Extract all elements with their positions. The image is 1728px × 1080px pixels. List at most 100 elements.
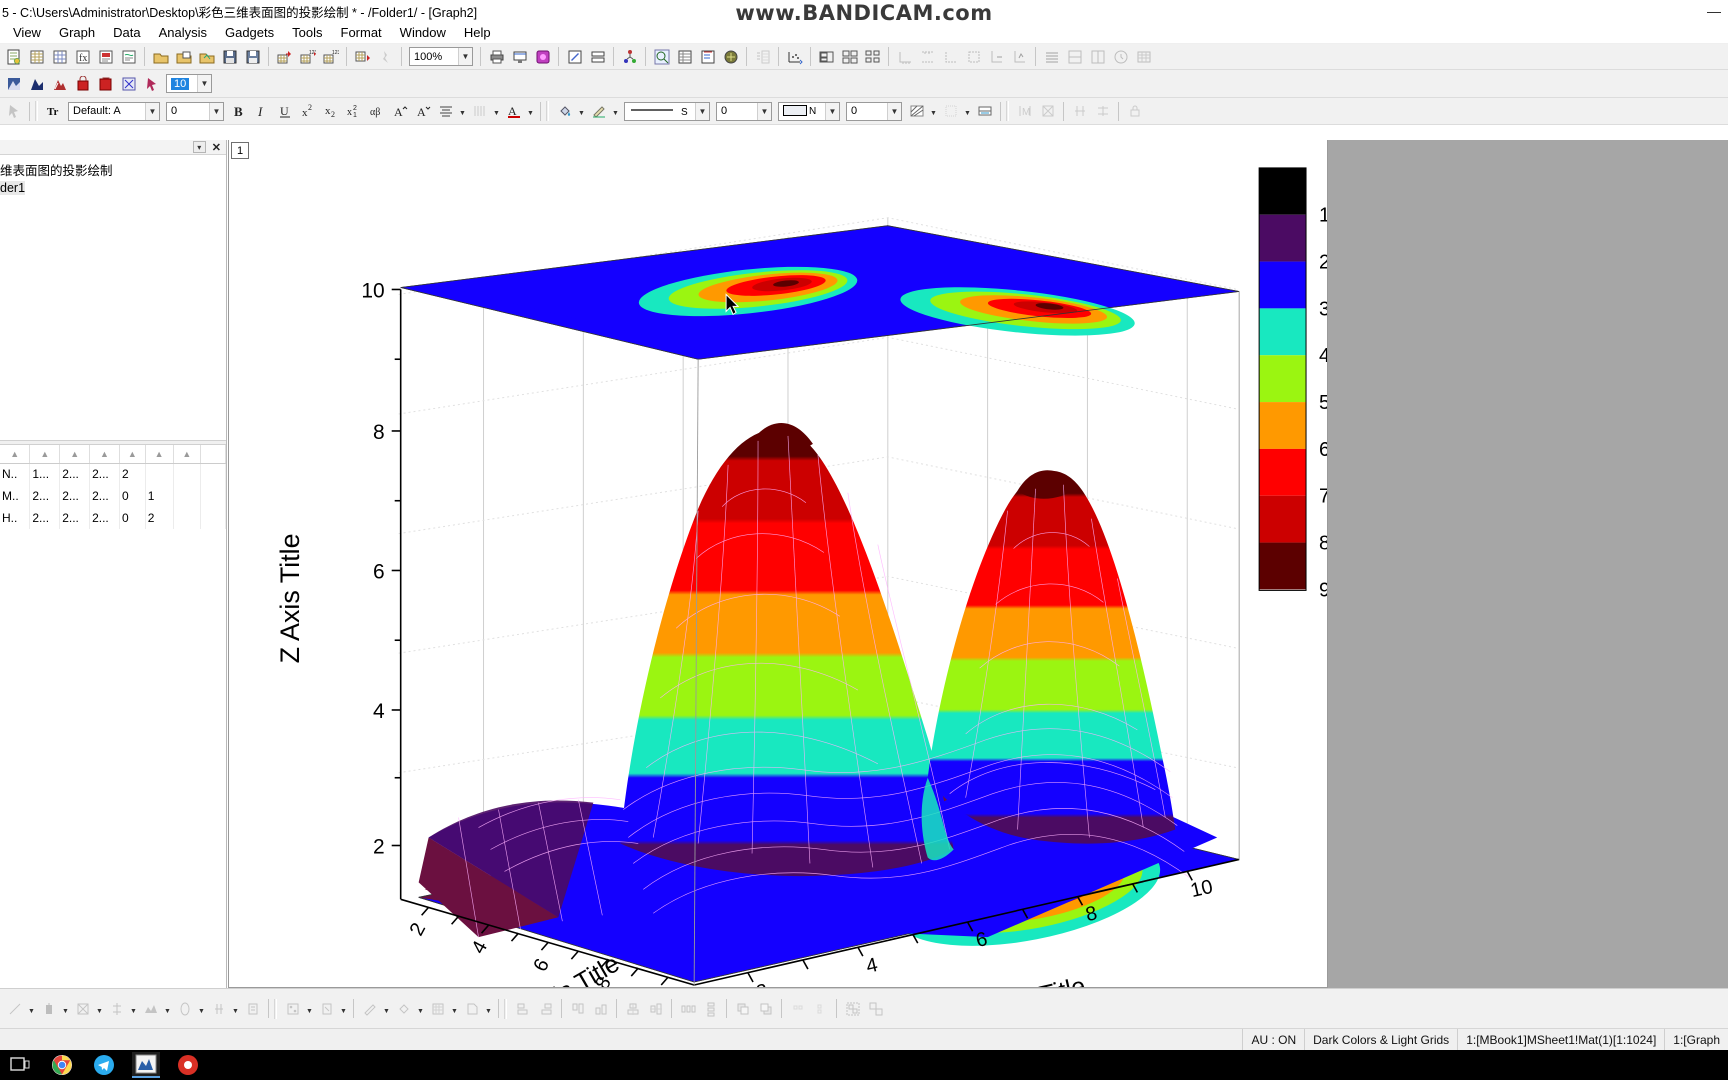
toolbar-gripper[interactable] bbox=[1005, 101, 1011, 121]
freehand-tool-dropdown-icon[interactable]: ▼ bbox=[162, 999, 173, 1019]
grid-major-icon[interactable] bbox=[1063, 46, 1086, 68]
line-tool-dropdown-icon[interactable]: ▼ bbox=[26, 999, 37, 1019]
line-width-combo[interactable]: 0 ▼ bbox=[716, 101, 772, 121]
align-top-icon[interactable] bbox=[566, 998, 589, 1020]
object-extract-icon[interactable] bbox=[460, 998, 483, 1020]
back-icon[interactable] bbox=[754, 998, 777, 1020]
pointer-icon[interactable] bbox=[140, 73, 163, 95]
open-project-icon[interactable] bbox=[149, 46, 172, 68]
col-sort-icon[interactable]: ▲ bbox=[145, 445, 174, 464]
table-icon[interactable] bbox=[1132, 46, 1155, 68]
z-axis[interactable] bbox=[391, 288, 402, 900]
y-axis-title[interactable]: Y Axis Title bbox=[963, 972, 1088, 987]
align-h-center-icon[interactable] bbox=[621, 998, 644, 1020]
color-scale-icon[interactable] bbox=[71, 73, 94, 95]
chevron-down-icon[interactable]: ▼ bbox=[209, 102, 223, 120]
import-single-ascii-icon[interactable]: 123 bbox=[296, 46, 319, 68]
clock-icon[interactable] bbox=[1109, 46, 1132, 68]
rescale-to-show-all-icon[interactable] bbox=[2, 73, 25, 95]
table-row[interactable]: N.. 1... 2... 2... 2 bbox=[0, 463, 226, 485]
distribute-h-icon[interactable] bbox=[676, 998, 699, 1020]
results-log-icon[interactable] bbox=[673, 46, 696, 68]
pattern-icon[interactable] bbox=[905, 100, 928, 122]
new-layout-icon[interactable] bbox=[94, 46, 117, 68]
line-spacing-dropdown-icon[interactable]: ▼ bbox=[491, 101, 502, 121]
layer-management-icon[interactable] bbox=[815, 46, 838, 68]
unmask-icon[interactable] bbox=[315, 998, 338, 1020]
new-workbook-icon[interactable] bbox=[25, 46, 48, 68]
pattern-dropdown-icon[interactable]: ▼ bbox=[928, 101, 939, 121]
surface3d-plot[interactable]: 10 8 6 4 2 2 4 6 8 10 2 4 6 8 10 bbox=[229, 140, 1327, 987]
script-window-icon[interactable] bbox=[696, 46, 719, 68]
table-row[interactable]: M.. 2... 2... 2... 0 1 bbox=[0, 485, 226, 507]
col-sort-icon[interactable]: ▲ bbox=[0, 445, 31, 464]
color-scale-legend[interactable]: 1.260 2.315 3.370 4.425 5.480 6.535 7.59… bbox=[1258, 167, 1327, 601]
region-tool-dropdown-icon[interactable]: ▼ bbox=[128, 999, 139, 1019]
axis-right-icon[interactable] bbox=[939, 46, 962, 68]
subscript-icon[interactable]: x2 bbox=[319, 100, 342, 122]
save-template-icon[interactable] bbox=[241, 46, 264, 68]
col-sort-icon[interactable]: ▲ bbox=[119, 445, 146, 464]
underline-icon[interactable]: U bbox=[273, 100, 296, 122]
chevron-down-icon[interactable]: ▼ bbox=[757, 102, 771, 120]
fill-combo[interactable]: N ▼ bbox=[778, 101, 840, 121]
rescale-icon[interactable] bbox=[783, 46, 806, 68]
layer-contents-icon[interactable] bbox=[586, 46, 609, 68]
font-size-combo[interactable]: 0 ▼ bbox=[166, 101, 224, 121]
chevron-down-icon[interactable]: ▼ bbox=[695, 102, 709, 120]
extract-layers-icon[interactable] bbox=[861, 46, 884, 68]
menu-analysis[interactable]: Analysis bbox=[150, 23, 216, 42]
align-bottom-icon[interactable] bbox=[589, 998, 612, 1020]
line-color-icon[interactable] bbox=[587, 100, 610, 122]
print-icon[interactable] bbox=[485, 46, 508, 68]
new-notes-icon[interactable] bbox=[117, 46, 140, 68]
new-matrix-icon[interactable] bbox=[48, 46, 71, 68]
z-axis-title[interactable]: Z Axis Title bbox=[275, 533, 305, 663]
menu-format[interactable]: Format bbox=[332, 23, 391, 42]
object-edit-icon[interactable] bbox=[358, 998, 381, 1020]
menu-tools[interactable]: Tools bbox=[283, 23, 331, 42]
object-edit-dropdown-icon[interactable]: ▼ bbox=[381, 999, 392, 1019]
merge-graph-icon[interactable] bbox=[838, 46, 861, 68]
command-window-icon[interactable] bbox=[719, 46, 742, 68]
line-tool-icon[interactable] bbox=[3, 998, 26, 1020]
front-icon[interactable] bbox=[731, 998, 754, 1020]
telegram-icon[interactable] bbox=[90, 1052, 118, 1078]
align-icon[interactable] bbox=[434, 100, 457, 122]
chevron-down-icon[interactable]: ▼ bbox=[887, 102, 901, 120]
region-tool-icon[interactable] bbox=[105, 998, 128, 1020]
font-color-dropdown-icon[interactable]: ▼ bbox=[525, 101, 536, 121]
ungroup-icon[interactable] bbox=[864, 998, 887, 1020]
arrow-tool-dropdown-icon[interactable]: ▼ bbox=[230, 999, 241, 1019]
menu-graph[interactable]: Graph bbox=[50, 23, 104, 42]
data-highlight-icon[interactable] bbox=[117, 73, 140, 95]
unmask-dropdown-icon[interactable]: ▼ bbox=[338, 999, 349, 1019]
distribute-v-icon[interactable] bbox=[699, 998, 722, 1020]
line-style-combo[interactable]: S ▼ bbox=[624, 101, 710, 121]
open-excel-icon[interactable] bbox=[172, 46, 195, 68]
import-multiple-ascii-icon[interactable]: 123 bbox=[319, 46, 342, 68]
axis-break-icon[interactable] bbox=[1008, 46, 1031, 68]
polygon-tool-dropdown-icon[interactable]: ▼ bbox=[94, 999, 105, 1019]
font-color-icon[interactable]: A bbox=[502, 100, 525, 122]
curved-arrow-tool-icon[interactable] bbox=[241, 998, 264, 1020]
project-root-node[interactable]: 维表面图的投影绘制 bbox=[0, 159, 226, 180]
hierarchy-icon[interactable] bbox=[618, 46, 641, 68]
table-row[interactable]: H.. 2... 2... 2... 0 2 bbox=[0, 507, 226, 529]
xy-scale-icon[interactable] bbox=[94, 73, 117, 95]
new-project-icon[interactable] bbox=[2, 46, 25, 68]
graph-window[interactable]: 1 10 8 6 4 2 2 4 6 8 4 6 8 10 Z Axis Tit… bbox=[228, 140, 1328, 988]
menu-window[interactable]: Window bbox=[391, 23, 455, 42]
menu-data[interactable]: Data bbox=[104, 23, 149, 42]
polygon-tool-icon[interactable] bbox=[71, 998, 94, 1020]
run-script-icon[interactable] bbox=[374, 46, 397, 68]
ellipse-tool-dropdown-icon[interactable]: ▼ bbox=[196, 999, 207, 1019]
group-icon[interactable] bbox=[841, 998, 864, 1020]
rectangle-tool-dropdown-icon[interactable]: ▼ bbox=[60, 999, 71, 1019]
pattern-width-combo[interactable]: 0 ▼ bbox=[846, 101, 902, 121]
fill-color-dropdown-icon[interactable]: ▼ bbox=[576, 101, 587, 121]
toolbar-gripper[interactable] bbox=[503, 998, 509, 1019]
scroll-down-icon[interactable]: ▾ bbox=[192, 141, 206, 153]
axis-left-tick-icon[interactable] bbox=[985, 46, 1008, 68]
object-grid-dropdown-icon[interactable]: ▼ bbox=[449, 999, 460, 1019]
